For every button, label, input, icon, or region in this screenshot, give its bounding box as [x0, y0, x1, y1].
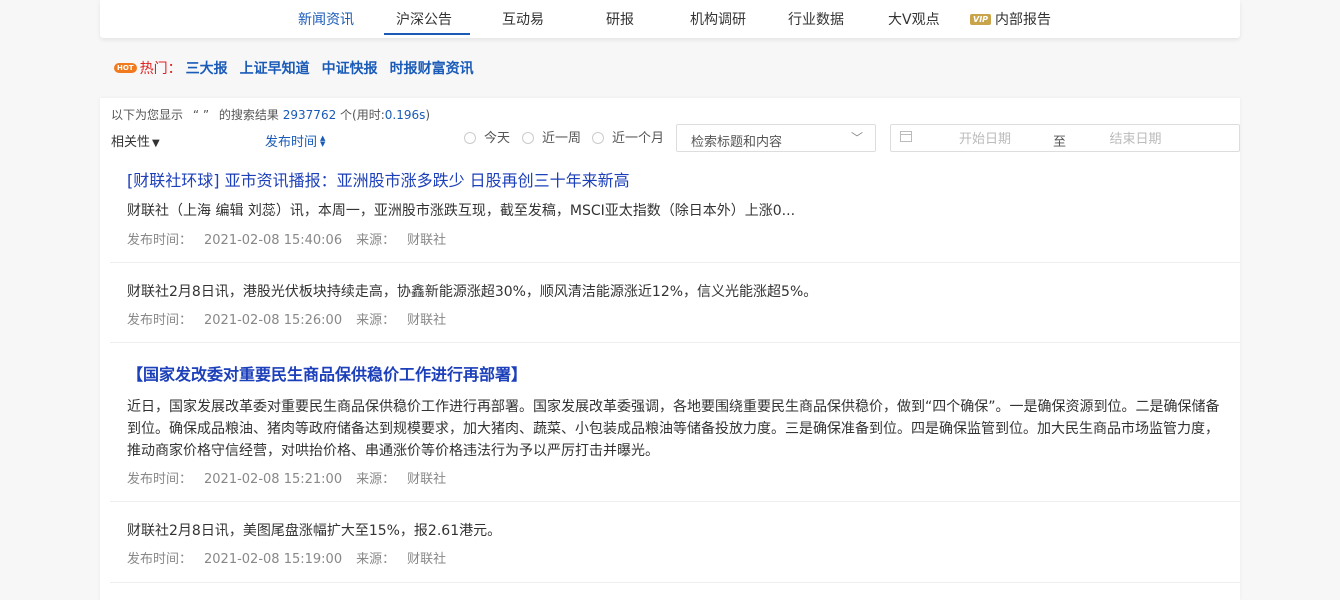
sort-publish-time[interactable]: 发布时间 ▲ ▼ [265, 131, 326, 151]
source: 财联社 [407, 313, 447, 328]
summary-unit: 个(用时: [340, 108, 385, 122]
hot-label: 热门： [139, 61, 182, 77]
hot-badge-icon: HOT [114, 63, 137, 73]
tab-internal-reports[interactable]: VIP 内部报告 [970, 9, 1051, 29]
range-month-label: 近一个月 [612, 131, 665, 146]
result-summary: 近日，国家发展改革委对重要民生商品保供稳价工作进行再部署。国家发展改革委强调，各… [127, 399, 1220, 459]
summary-suffix: ) [425, 108, 431, 122]
results-panel: 以下为您显示 “ ” 的搜索结果 2937762 个(用时:0.196s) 相关… [100, 98, 1240, 600]
top-nav: 新闻资讯 沪深公告 互动易 研报 机构调研 行业数据 大V观点 VIP 内部报告 [100, 0, 1240, 38]
source-label: 来源： [356, 233, 396, 248]
caret-down-icon: ▼ [152, 138, 160, 149]
source-label: 来源： [356, 313, 396, 328]
range-today[interactable]: 今天 [464, 127, 510, 146]
range-week-label: 近一周 [542, 131, 582, 146]
source: 财联社 [407, 472, 447, 487]
publish-time: 2021-02-08 15:21:00 [204, 472, 343, 487]
hot-link-shibao[interactable]: 时报财富资讯 [390, 61, 474, 77]
publish-time-label: 发布时间： [127, 472, 193, 487]
radio-icon [592, 132, 604, 144]
range-month[interactable]: 近一个月 [592, 127, 664, 146]
active-tab-underline [384, 33, 470, 35]
publish-time: 2021-02-08 15:26:00 [204, 313, 343, 328]
summary-query: “ ” [192, 108, 210, 122]
result-item: [财联社环球] 亚市资讯播报：亚洲股市涨多跌少 日股再创三十年来新高 财联社（上… [110, 162, 1240, 263]
hot-link-zhongzheng[interactable]: 中证快报 [322, 61, 378, 77]
sort-relevance[interactable]: 相关性 ▼ [111, 131, 160, 150]
source: 财联社 [407, 233, 447, 248]
result-meta: 发布时间： 2021-02-08 15:26:00 来源： 财联社 [127, 309, 446, 328]
result-summary[interactable]: 财联社2月8日讯，美图尾盘涨幅扩大至15%，报2.61港元。 [127, 520, 1222, 542]
publish-time-label: 发布时间： [127, 313, 193, 328]
summary-middle: 的搜索结果 [218, 108, 279, 122]
tab-internal-reports-label: 内部报告 [995, 12, 1052, 28]
hot-link-shangzheng[interactable]: 上证早知道 [240, 61, 310, 77]
result-summary[interactable]: 财联社2月8日讯，港股光伏板块持续走高，协鑫新能源涨超30%，顺风清洁能源涨近1… [127, 281, 1222, 303]
chevron-down-icon: ﹀ [850, 131, 863, 145]
result-item: 财联社2月8日讯，美图尾盘涨幅扩大至15%，报2.61港元。 发布时间： 2021… [110, 502, 1240, 583]
result-title[interactable]: 【国家发改委对重要民生商品保供稳价工作进行再部署】 [127, 361, 527, 385]
source-label: 来源： [356, 552, 396, 567]
result-count: 2937762 [282, 108, 337, 122]
result-meta: 发布时间： 2021-02-08 15:40:06 来源： 财联社 [127, 229, 446, 248]
vip-badge: VIP [970, 14, 992, 25]
source-label: 来源： [356, 472, 396, 487]
result-item: 【国家发改委对重要民生商品保供稳价工作进行再部署】 近日，国家发展改革委对重要民… [110, 343, 1240, 502]
result-item: 财联社2月8日讯，港股光伏板块持续走高，协鑫新能源涨超30%，顺风清洁能源涨近1… [110, 263, 1240, 343]
publish-time-label: 发布时间： [127, 233, 193, 248]
start-date-input[interactable] [915, 128, 1055, 150]
result-summary: 财联社（上海 编辑 刘蕊）讯，本周一，亚洲股市涨跌互现，截至发稿，MSCI亚太指… [127, 203, 796, 219]
date-range-picker: 至 [890, 124, 1240, 152]
result-title[interactable]: [财联社环球] 亚市资讯播报：亚洲股市涨多跌少 日股再创三十年来新高 [127, 167, 630, 191]
range-week[interactable]: 近一周 [522, 127, 581, 146]
radio-icon [464, 132, 476, 144]
tab-research[interactable]: 研报 [606, 9, 634, 29]
publish-time: 2021-02-08 15:19:00 [204, 552, 343, 567]
tab-announcements[interactable]: 沪深公告 [396, 9, 452, 29]
publish-time: 2021-02-08 15:40:06 [204, 233, 343, 248]
tab-institution-survey[interactable]: 机构调研 [690, 9, 746, 29]
sort-icon: ▲ ▼ [320, 134, 326, 148]
hot-links: HOT 热门： 三大报 上证早知道 中证快报 时报财富资讯 [114, 58, 486, 80]
search-summary: 以下为您显示 “ ” 的搜索结果 2937762 个(用时:0.196s) [111, 106, 430, 123]
tab-bigv-views[interactable]: 大V观点 [888, 9, 940, 29]
search-scope-select[interactable]: 检索标题和内容 ﹀ [676, 124, 876, 152]
radio-icon [522, 132, 534, 144]
search-scope-value: 检索标题和内容 [691, 135, 783, 150]
sort-relevance-label: 相关性 [111, 135, 151, 150]
result-meta: 发布时间： 2021-02-08 15:19:00 来源： 财联社 [127, 548, 446, 567]
tab-news[interactable]: 新闻资讯 [298, 9, 354, 29]
publish-time-label: 发布时间： [127, 552, 193, 567]
search-time: 0.196s [384, 108, 426, 122]
summary-prefix: 以下为您显示 [111, 108, 184, 122]
date-to-label: 至 [1053, 135, 1067, 150]
tab-industry-data[interactable]: 行业数据 [788, 9, 844, 29]
range-today-label: 今天 [484, 131, 511, 146]
tab-interaction[interactable]: 互动易 [502, 9, 544, 29]
result-meta: 发布时间： 2021-02-08 15:21:00 来源： 财联社 [127, 468, 446, 487]
calendar-icon [900, 131, 912, 142]
sort-publish-time-label: 发布时间 [265, 135, 318, 150]
hot-link-sandabao[interactable]: 三大报 [186, 61, 228, 77]
end-date-input[interactable] [1067, 128, 1204, 150]
source: 财联社 [407, 552, 447, 567]
